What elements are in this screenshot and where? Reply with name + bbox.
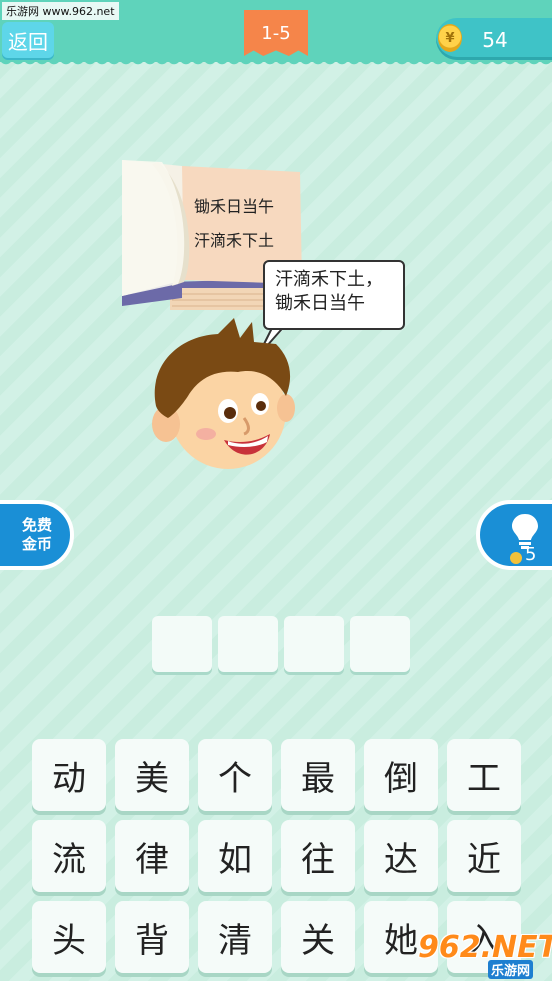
back-button[interactable]: 返回 <box>2 22 54 58</box>
free-coins-button[interactable]: 免费 金币 <box>0 500 74 570</box>
free-coins-label-1: 免费 <box>21 516 52 534</box>
char-key[interactable]: 动 <box>32 739 106 811</box>
char-key[interactable]: 流 <box>32 820 106 892</box>
hint-coin-icon <box>510 552 522 564</box>
answer-slot-4[interactable] <box>350 616 410 672</box>
char-key[interactable]: 背 <box>115 901 189 973</box>
book-line-2: 汗滴禾下土 <box>194 231 275 250</box>
char-key[interactable]: 关 <box>281 901 355 973</box>
char-key[interactable]: 往 <box>281 820 355 892</box>
watermark-bottom: 962.NET 乐游网 <box>418 930 552 979</box>
char-key[interactable]: 美 <box>115 739 189 811</box>
char-key[interactable]: 律 <box>115 820 189 892</box>
char-key[interactable]: 个 <box>198 739 272 811</box>
answer-slot-1[interactable] <box>152 616 212 672</box>
char-key[interactable]: 最 <box>281 739 355 811</box>
char-key[interactable]: 头 <box>32 901 106 973</box>
answer-slot-3[interactable] <box>284 616 344 672</box>
char-key[interactable]: 如 <box>198 820 272 892</box>
char-key[interactable]: 达 <box>364 820 438 892</box>
hint-count: 5 <box>525 544 537 565</box>
bubble-line-2: 锄禾日当午 <box>275 293 365 314</box>
char-key[interactable]: 工 <box>447 739 521 811</box>
level-badge: 1-5 <box>244 10 308 56</box>
free-coins-label-2: 金币 <box>21 535 52 553</box>
watermark-sub: 乐游网 <box>488 960 534 979</box>
hint-button[interactable] <box>476 500 552 570</box>
watermark-top: 乐游网 www.962.net <box>2 2 119 20</box>
answer-slot-2[interactable] <box>218 616 278 672</box>
coin-count: 54 <box>482 28 508 52</box>
char-key[interactable]: 倒 <box>364 739 438 811</box>
coin-icon: ¥ <box>438 24 462 52</box>
bubble-line-1: 汗滴禾下土， <box>275 269 383 290</box>
char-key[interactable]: 近 <box>447 820 521 892</box>
char-key[interactable]: 清 <box>198 901 272 973</box>
book-line-1: 锄禾日当午 <box>194 197 275 216</box>
cartoon-boy-face <box>152 318 295 469</box>
